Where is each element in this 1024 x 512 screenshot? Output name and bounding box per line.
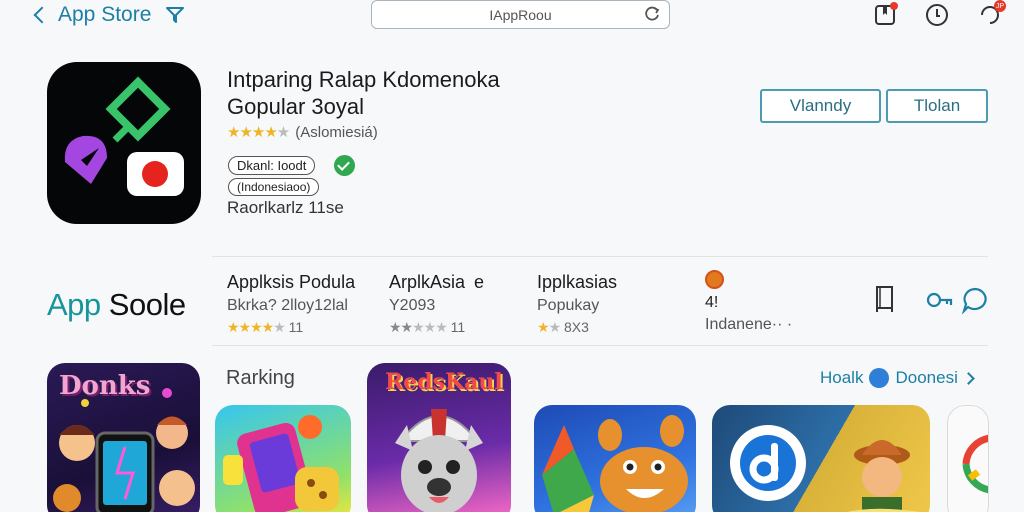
stat-rating: ★★★★★ 11 <box>389 318 484 336</box>
ranking-tile-2[interactable] <box>215 405 351 512</box>
brand-logo: App Soole <box>47 287 186 323</box>
filter-icon[interactable] <box>165 6 185 24</box>
bookmark-icon[interactable] <box>874 2 898 32</box>
tile-artwork <box>223 415 339 512</box>
verified-check-icon <box>334 155 355 176</box>
stat-column-4: 4! Indanene·· · <box>705 270 792 335</box>
history-icon[interactable] <box>925 3 949 32</box>
notification-badge: JP <box>994 0 1006 12</box>
stat-column-1: Applksis Podula Bkrka? 2lloy12lal ★★★★★ … <box>227 270 355 336</box>
stat-head: Applksis Podula <box>227 272 356 292</box>
tile-artwork <box>542 415 688 512</box>
stat-rating-value: 11 <box>450 319 466 335</box>
rating-text: (Aslomiesiá) <box>295 123 378 141</box>
star-rating: ★★★★★ <box>227 124 290 141</box>
book-icon[interactable] <box>872 284 900 314</box>
category-pill[interactable]: Dkanl: Ioodt <box>228 156 316 175</box>
back-button[interactable]: App Store <box>33 3 185 27</box>
app-title: Intparing Ralap Kdomenoka Gopular 3oyal <box>227 66 500 120</box>
stat-rating: ★★ 8X3 <box>537 318 617 336</box>
stat-column-3: Ipplkasias Popukay ★★ 8X3 <box>537 270 617 336</box>
divider <box>212 256 988 257</box>
chat-icon[interactable] <box>960 286 990 314</box>
alert-dot <box>890 2 898 10</box>
stat-head: Ipplkasias <box>537 272 618 292</box>
brand-part1: App <box>47 287 101 322</box>
ranking-tile-5[interactable] <box>712 405 930 512</box>
award-icon <box>705 270 724 289</box>
tile-artwork <box>53 388 195 512</box>
stat-rating-value: 11 <box>288 319 304 335</box>
divider <box>212 345 988 346</box>
stat-sub: Y2093 <box>389 297 436 314</box>
stat-rating-value: 8X3 <box>564 319 589 335</box>
tile-artwork <box>962 434 988 494</box>
stat-head-icon: e <box>474 272 485 292</box>
app-title-line2: Gopular 3oyal <box>227 94 364 119</box>
see-all-region: Doonesi <box>895 368 958 387</box>
reload-icon[interactable] <box>643 5 661 23</box>
stat-head: ArplkAsia e <box>389 270 484 294</box>
stat-rating: ★★★★★ 11 <box>227 318 355 336</box>
ranking-tile-6[interactable] <box>947 405 989 512</box>
search-input[interactable]: IAppRoou <box>371 0 670 29</box>
stat-sub: Bkrka? 2lloy12lal <box>227 297 348 314</box>
star-rating: ★★ <box>537 319 561 335</box>
secondary-button[interactable]: Tlolan <box>886 89 988 123</box>
stat-head-text: ArplkAsia <box>389 272 466 292</box>
top-bar: App Store IAppRoou JP <box>0 0 1024 34</box>
see-all-link[interactable]: Hoalk Doonesi <box>820 368 975 388</box>
ranking-tile-1[interactable]: Donks <box>47 363 200 512</box>
ranking-tile-4[interactable] <box>534 405 696 512</box>
region-icon <box>869 368 890 388</box>
primary-button[interactable]: Vlanndy <box>760 89 881 123</box>
stat-column-2: ArplkAsia e Y2093 ★★★★★ 11 <box>389 270 484 336</box>
star-rating: ★★★★★ <box>389 319 448 335</box>
stat-sub: Indanene·· · <box>705 316 793 333</box>
chevron-right-icon <box>961 371 975 385</box>
tile-artwork <box>395 409 483 512</box>
see-all-label: Hoalk <box>820 368 864 387</box>
ranking-tile-3[interactable]: RedsKaul <box>367 363 511 512</box>
stat-sub: Popukay <box>537 297 600 314</box>
key-icon[interactable] <box>925 287 955 313</box>
region-pill[interactable]: (Indonesiaoo) <box>228 178 320 196</box>
back-label: App Store <box>58 3 152 26</box>
search-value: IAppRoou <box>489 6 552 23</box>
brand-part2: Soole <box>108 287 186 322</box>
app-title-line1: Intparing Ralap Kdomenoka <box>227 67 500 92</box>
stat-head: 4! <box>705 294 719 311</box>
developer-name: Raorlkarlz 11se <box>227 198 344 217</box>
tile-artwork <box>730 425 921 512</box>
star-rating: ★★★★★ <box>227 319 286 335</box>
account-icon[interactable]: JP <box>978 0 1006 32</box>
app-icon <box>47 62 201 224</box>
rating-row: ★★★★★ (Aslomiesiá) <box>227 123 378 142</box>
ranking-title: Rarking <box>226 367 295 389</box>
chevron-left-icon <box>33 6 51 24</box>
